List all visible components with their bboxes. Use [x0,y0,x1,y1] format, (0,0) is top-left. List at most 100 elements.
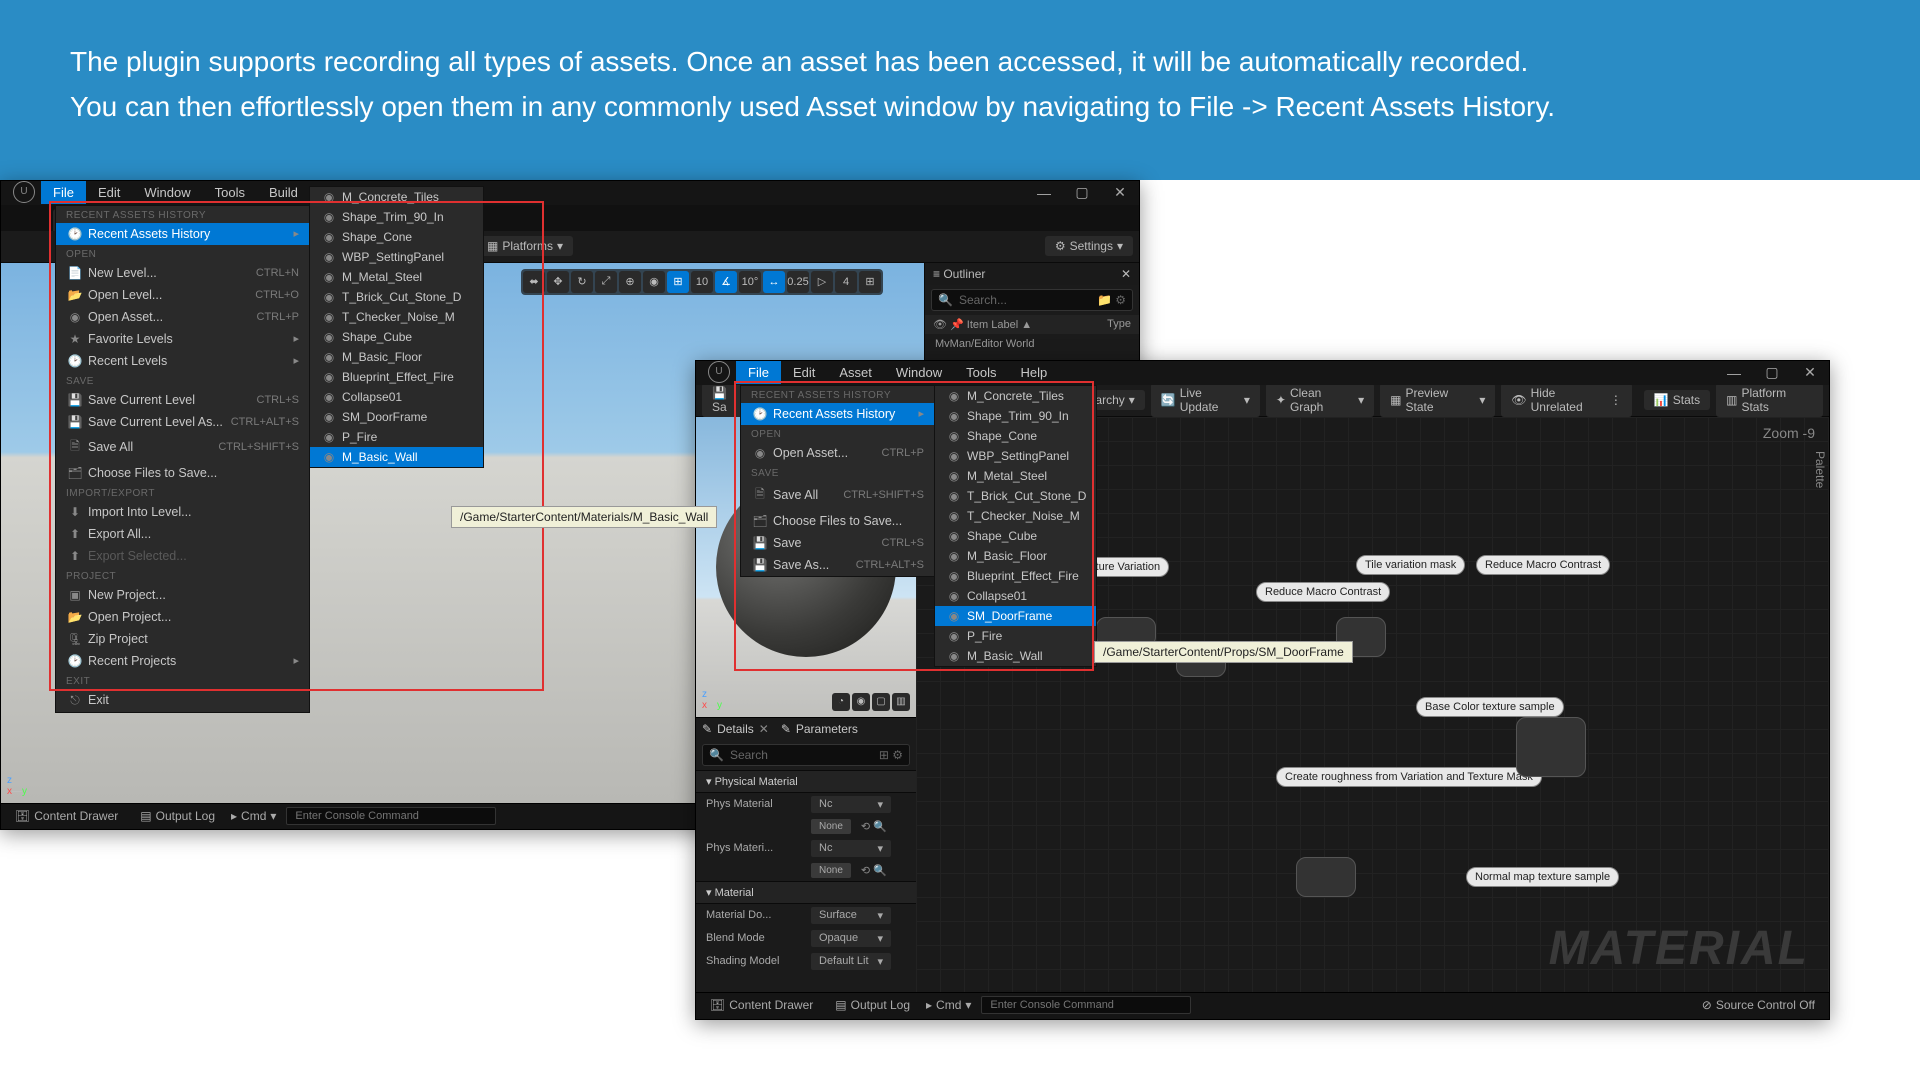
graph-comment-tilemask[interactable]: Tile variation mask [1356,555,1465,575]
recent-asset-item[interactable]: ◉T_Checker_Noise_M [935,506,1096,526]
recent-asset-item[interactable]: ◉Shape_Cube [310,327,483,347]
menu-file[interactable]: File [41,181,86,204]
recent-asset-item[interactable]: ◉P_Fire [310,427,483,447]
graph-comment-roughness[interactable]: Create roughness from Variation and Text… [1276,767,1542,787]
menu-window[interactable]: Window [132,181,202,204]
recent-assets-history[interactable]: 🕑Recent Assets History▸ [56,223,309,245]
output-log-button[interactable]: ▤ Output Log [134,806,221,826]
palette-tab[interactable]: Palette [1813,451,1827,488]
recent-asset-item[interactable]: ◉Blueprint_Effect_Fire [310,367,483,387]
recent-asset-item[interactable]: ◉Blueprint_Effect_Fire [935,566,1096,586]
recent-asset-item[interactable]: ◉M_Basic_Wall [935,646,1096,666]
recent-asset-item[interactable]: ◉Shape_Trim_90_In [310,207,483,227]
viewport-transform-icons[interactable]: ⬌✥↻⤢⊕◉ ⊞10 ∡10° ↔0.25 ▷4 ⊞ [521,269,883,295]
recent-asset-item[interactable]: ◉M_Basic_Floor [310,347,483,367]
save-all[interactable]: 🗎Save AllCTRL+SHIFT+S [56,433,309,462]
clean-graph-button[interactable]: ✦ Clean Graph ▾ [1266,383,1374,417]
open-asset[interactable]: ◉Open Asset...CTRL+P [741,442,934,464]
close-button[interactable]: ✕ [1791,359,1829,387]
recent-asset-item[interactable]: ◉M_Metal_Steel [935,466,1096,486]
close-button[interactable]: ✕ [1101,179,1139,207]
recent-asset-item[interactable]: ◉WBP_SettingPanel [935,446,1096,466]
shape-icon[interactable]: ◉ [852,693,870,711]
menu-tools[interactable]: Tools [203,181,257,204]
platform-stats-button[interactable]: ▥ Platform Stats [1716,383,1823,417]
content-drawer-button[interactable]: 🗄 Content Drawer [704,995,819,1015]
recent-asset-item[interactable]: ◉Collapse01 [310,387,483,407]
console-input[interactable] [981,996,1191,1014]
recent-asset-item[interactable]: ◉P_Fire [935,626,1096,646]
preview-state-dropdown[interactable]: ▦ Preview State ▾ [1380,383,1495,417]
import-into-level[interactable]: ⬇Import Into Level... [56,501,309,523]
recent-levels[interactable]: 🕑Recent Levels▸ [56,350,309,372]
menu-edit[interactable]: Edit [86,181,132,204]
menu-file[interactable]: File [736,361,781,384]
zip-project[interactable]: 🗜Zip Project [56,628,309,650]
graph-comment-reduce2[interactable]: Reduce Macro Contrast [1256,582,1390,602]
recent-asset-item[interactable]: ◉M_Concrete_Tiles [310,187,483,207]
new-project[interactable]: ▣New Project... [56,584,309,606]
graph-comment-normal[interactable]: Normal map texture sample [1466,867,1619,887]
save[interactable]: 💾SaveCTRL+S [741,532,934,554]
save-current-level-as[interactable]: 💾Save Current Level As...CTRL+ALT+S [56,411,309,433]
minimize-button[interactable]: — [1025,179,1063,207]
shape-icon[interactable]: ◔ [832,693,850,711]
menu-window[interactable]: Window [884,361,954,384]
tab-details[interactable]: ✎ Details ✕ [702,722,769,736]
recent-asset-item[interactable]: ◉T_Checker_Noise_M [310,307,483,327]
maximize-button[interactable]: ▢ [1063,179,1101,207]
close-icon[interactable]: ✕ [1121,267,1131,281]
menu-edit[interactable]: Edit [781,361,827,384]
recent-asset-item[interactable]: ◉Collapse01 [935,586,1096,606]
shape-icon[interactable]: ▢ [872,693,890,711]
recent-asset-item[interactable]: ◉WBP_SettingPanel [310,247,483,267]
graph-node[interactable] [1296,857,1356,897]
outliner-search[interactable]: 🔍 Search...📁 ⚙ [931,289,1133,311]
open-level[interactable]: 📂Open Level...CTRL+O [56,284,309,306]
minimize-button[interactable]: — [1715,359,1753,387]
choose-files-save[interactable]: 🗂Choose Files to Save... [741,510,934,532]
new-level[interactable]: 📄New Level...CTRL+N [56,262,309,284]
choose-files-save[interactable]: 🗂Choose Files to Save... [56,462,309,484]
graph-node[interactable] [1516,717,1586,777]
details-search[interactable]: 🔍 Search⊞ ⚙ [702,744,910,766]
content-drawer-button[interactable]: 🗄 Content Drawer [9,806,124,826]
recent-asset-item[interactable]: ◉M_Basic_Floor [935,546,1096,566]
stats-button[interactable]: 📊 Stats [1644,390,1710,410]
outliner-row[interactable]: MvMan/Editor World [925,334,1139,354]
exit[interactable]: ⎋Exit [56,689,309,712]
source-control-status[interactable]: ⊘ Source Control Off [1696,995,1821,1015]
maximize-button[interactable]: ▢ [1753,359,1791,387]
recent-asset-item[interactable]: ◉T_Brick_Cut_Stone_D [310,287,483,307]
recent-asset-item[interactable]: ◉M_Concrete_Tiles [935,386,1096,406]
export-all[interactable]: ⬆Export All... [56,523,309,545]
recent-asset-item[interactable]: ◉SM_DoorFrame [935,606,1096,626]
save-current-level[interactable]: 💾Save Current LevelCTRL+S [56,389,309,411]
graph-comment-reduce1[interactable]: Reduce Macro Contrast [1476,555,1610,575]
open-project[interactable]: 📂Open Project... [56,606,309,628]
settings-dropdown[interactable]: ⚙ Settings ▾ [1045,236,1133,256]
tab-parameters[interactable]: ✎ Parameters [781,722,858,736]
recent-asset-item[interactable]: ◉Shape_Cone [935,426,1096,446]
menu-tools[interactable]: Tools [954,361,1008,384]
recent-assets-history[interactable]: 🕑Recent Assets History▸ [741,403,934,425]
menu-asset[interactable]: Asset [827,361,884,384]
hide-unrelated-button[interactable]: 👁 Hide Unrelated ⋮ [1501,383,1631,417]
recent-asset-item[interactable]: ◉T_Brick_Cut_Stone_D [935,486,1096,506]
menu-build[interactable]: Build [257,181,310,204]
category-physical-material[interactable]: ▾ Physical Material [696,770,916,793]
recent-asset-item[interactable]: ◉M_Metal_Steel [310,267,483,287]
favorite-levels[interactable]: ★Favorite Levels▸ [56,328,309,350]
recent-asset-item[interactable]: ◉Shape_Trim_90_In [935,406,1096,426]
graph-comment-basecolor[interactable]: Base Color texture sample [1416,697,1564,717]
console-input[interactable] [286,807,496,825]
platforms-dropdown[interactable]: ▦ Platforms ▾ [477,236,573,256]
save-all[interactable]: 🗎Save AllCTRL+SHIFT+S [741,481,934,510]
shape-icon[interactable]: ▥ [892,693,910,711]
open-asset[interactable]: ◉Open Asset...CTRL+P [56,306,309,328]
menu-help[interactable]: Help [1008,361,1059,384]
output-log-button[interactable]: ▤ Output Log [829,995,916,1015]
cmd-dropdown[interactable]: ▸Cmd ▾ [231,809,276,823]
recent-asset-item[interactable]: ◉Shape_Cone [310,227,483,247]
recent-asset-item[interactable]: ◉SM_DoorFrame [310,407,483,427]
